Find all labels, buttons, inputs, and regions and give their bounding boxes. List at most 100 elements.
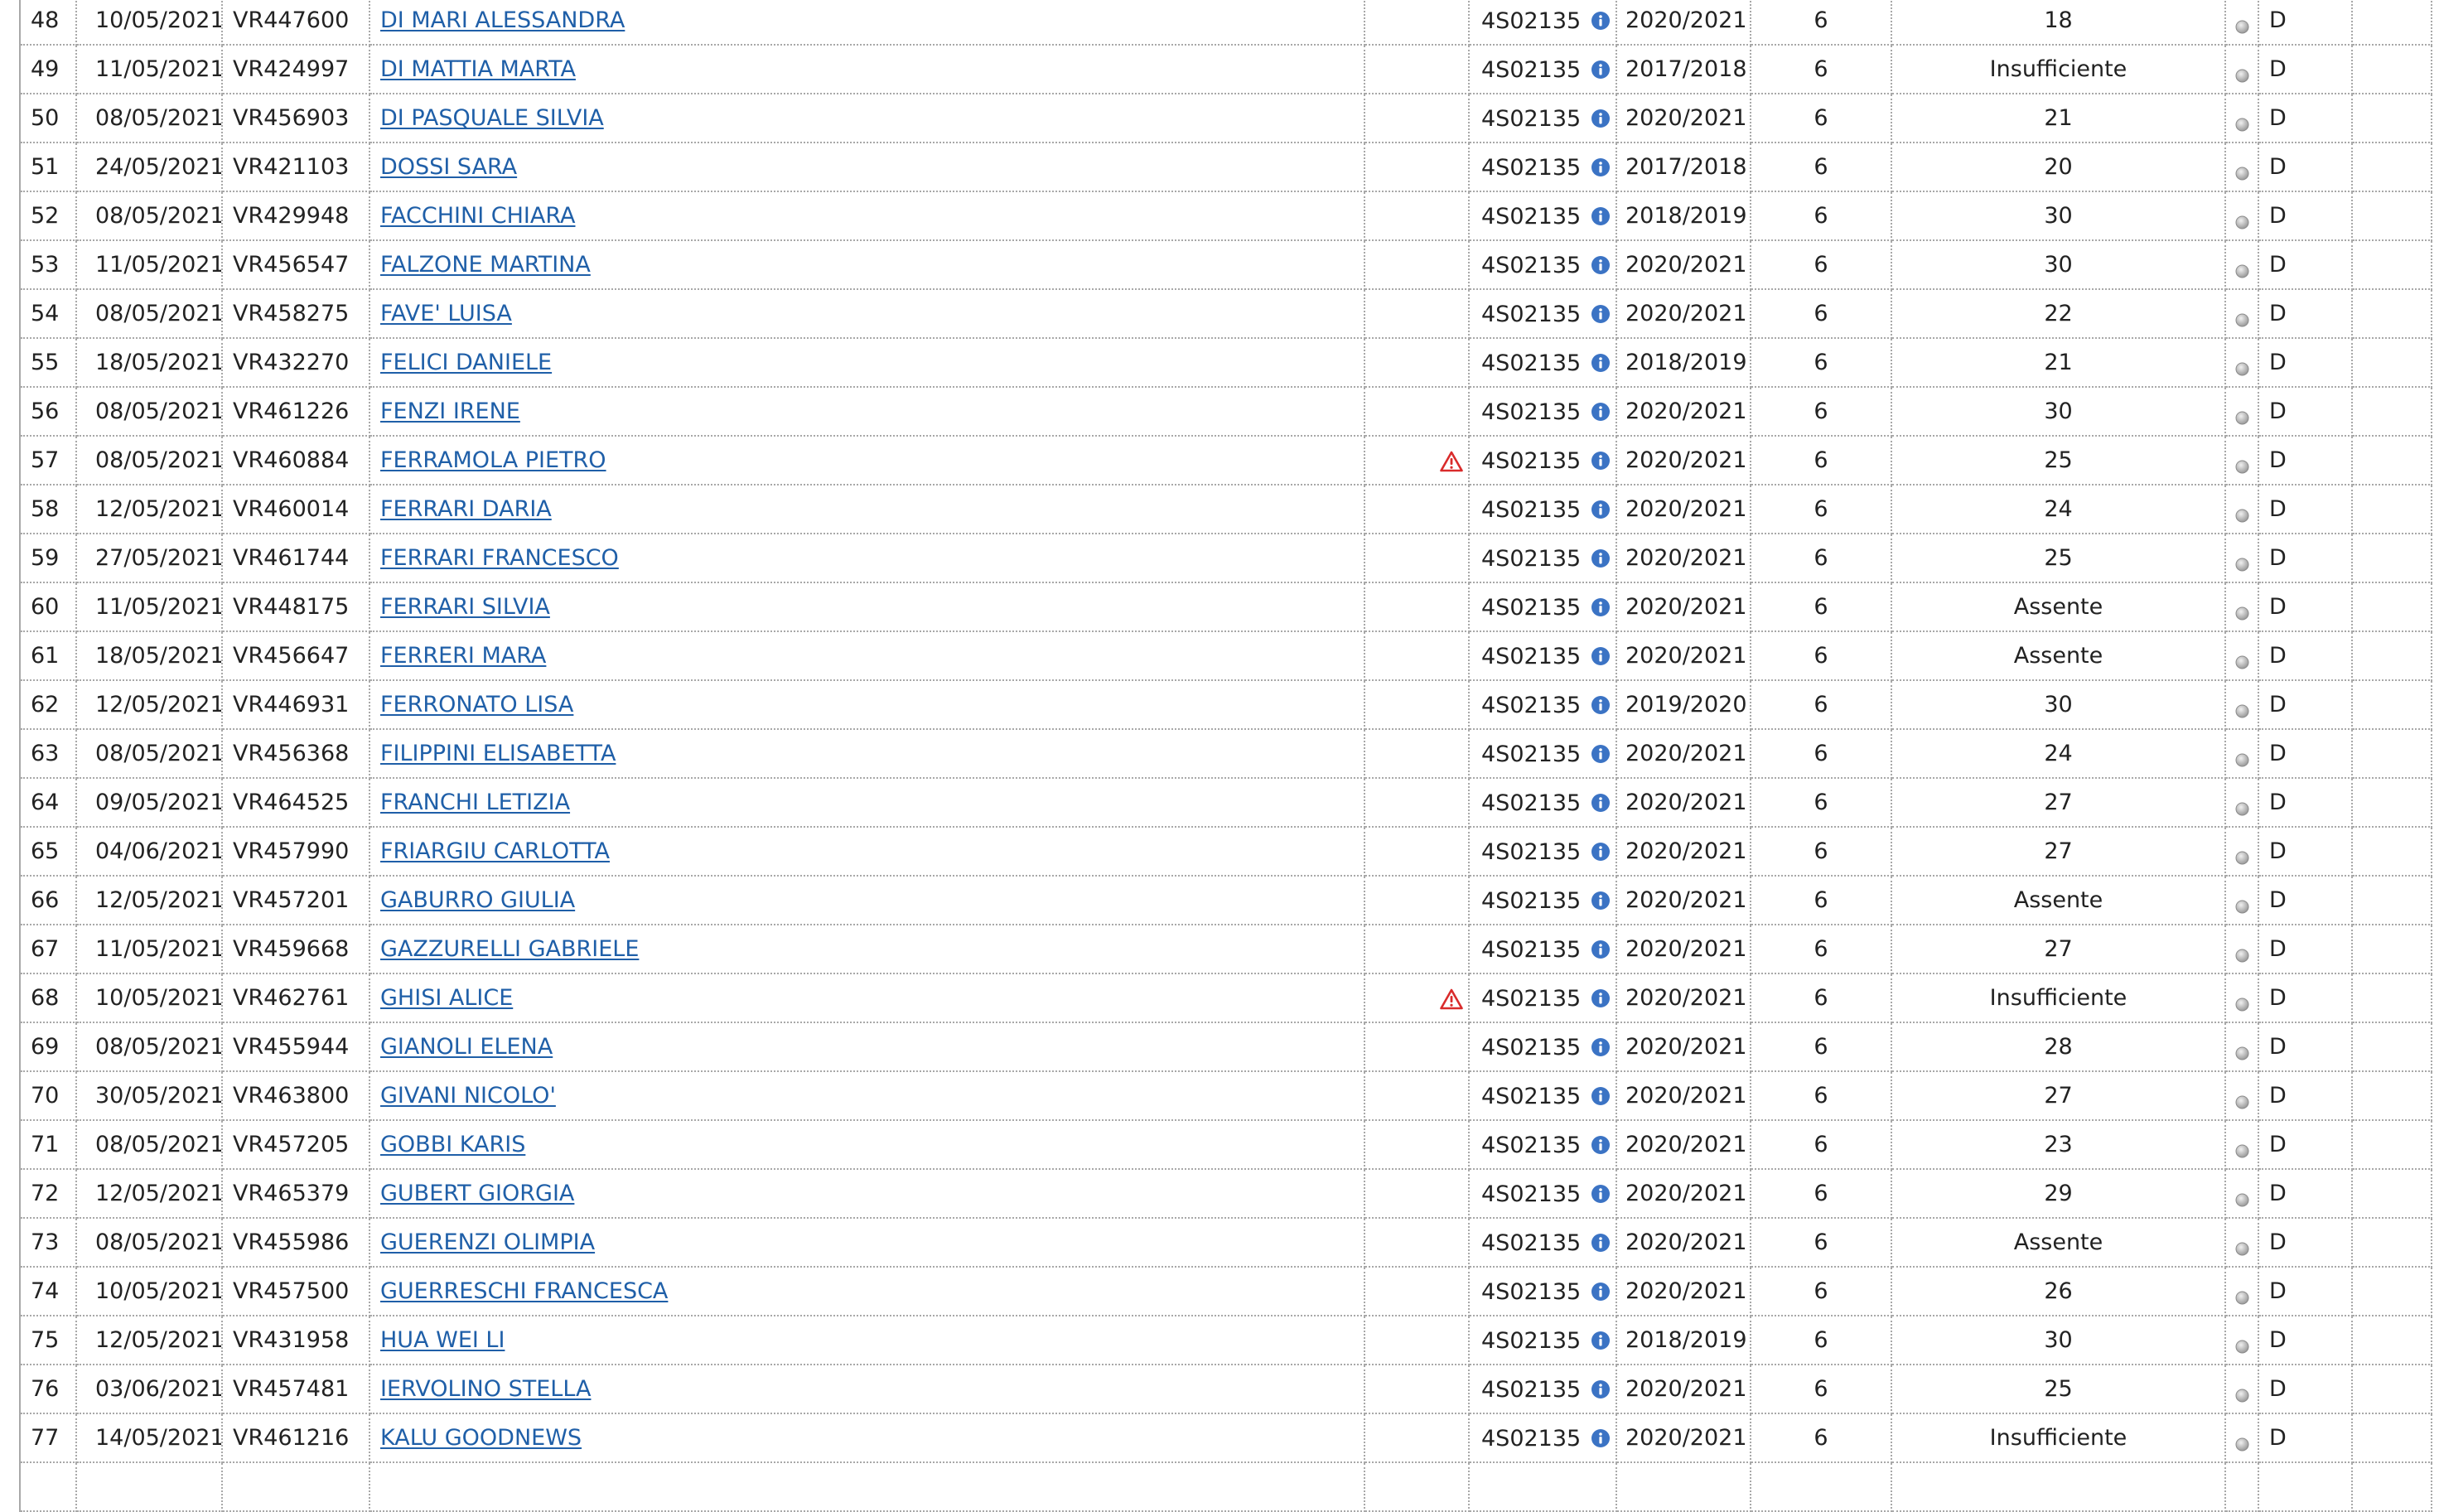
status-icon[interactable]: [2235, 161, 2249, 181]
info-icon[interactable]: [1591, 695, 1611, 715]
student-name-link[interactable]: FALZONE MARTINA: [380, 252, 591, 278]
info-icon[interactable]: [1591, 11, 1611, 31]
status-icon[interactable]: [2235, 552, 2249, 572]
info-icon[interactable]: [1591, 1184, 1611, 1204]
status-icon[interactable]: [2235, 747, 2249, 767]
student-name-link[interactable]: GHISI ALICE: [380, 985, 513, 1011]
student-name-link[interactable]: FELICI DANIELE: [380, 350, 552, 375]
student-name-link[interactable]: FILIPPINI ELISABETTA: [380, 741, 616, 766]
student-name-link[interactable]: GAZZURELLI GABRIELE: [380, 936, 639, 962]
status-icon[interactable]: [2235, 1041, 2249, 1060]
status-icon[interactable]: [2235, 943, 2249, 963]
student-name-link[interactable]: GABURRO GIULIA: [380, 887, 575, 913]
student-name-link[interactable]: GIVANI NICOLO': [380, 1083, 556, 1109]
status-icon[interactable]: [2235, 503, 2249, 523]
student-name-link[interactable]: FRANCHI LETIZIA: [380, 790, 570, 815]
info-icon[interactable]: [1591, 1379, 1611, 1399]
status-icon[interactable]: [2235, 845, 2249, 865]
info-icon[interactable]: [1591, 402, 1611, 422]
student-name-link[interactable]: FENZI IRENE: [380, 399, 520, 424]
info-icon[interactable]: [1591, 1135, 1611, 1155]
info-icon[interactable]: [1591, 60, 1611, 80]
info-icon[interactable]: [1591, 1331, 1611, 1350]
info-icon[interactable]: [1591, 1037, 1611, 1057]
status-icon[interactable]: [2235, 63, 2249, 83]
status-icon[interactable]: [2235, 992, 2249, 1012]
info-icon[interactable]: [1591, 206, 1611, 226]
outcome-cell: D: [2258, 534, 2353, 583]
student-name-link[interactable]: GUERRESCHI FRANCESCA: [380, 1278, 668, 1304]
status-icon[interactable]: [2235, 1089, 2249, 1109]
academic-year: 2020/2021: [1625, 1278, 1747, 1304]
info-icon[interactable]: [1591, 1086, 1611, 1106]
status-icon[interactable]: [2235, 1334, 2249, 1354]
info-icon[interactable]: [1591, 1282, 1611, 1302]
info-icon[interactable]: [1591, 988, 1611, 1008]
warning-icon[interactable]: [1440, 985, 1463, 1011]
status-icon[interactable]: [2235, 1432, 2249, 1452]
student-name-link[interactable]: DOSSI SARA: [380, 154, 517, 180]
student-name-link[interactable]: DI PASQUALE SILVIA: [380, 105, 604, 131]
student-name-cell: FRANCHI LETIZIA: [369, 778, 1365, 828]
student-name-link[interactable]: IERVOLINO STELLA: [380, 1376, 591, 1402]
info-icon[interactable]: [1591, 793, 1611, 813]
status-icon[interactable]: [2235, 796, 2249, 816]
warning-icon[interactable]: [1440, 447, 1463, 473]
status-icon[interactable]: [2235, 601, 2249, 621]
table-row: 76 03/06/2021 VR457481 IERVOLINO STELLA …: [19, 1365, 2432, 1414]
status-icon[interactable]: [2235, 650, 2249, 669]
status-icon[interactable]: [2235, 1187, 2249, 1207]
student-name-link[interactable]: GUERENZI OLIMPIA: [380, 1229, 595, 1255]
status-icon[interactable]: [2235, 454, 2249, 474]
status-icon[interactable]: [2235, 258, 2249, 278]
status-icon[interactable]: [2235, 894, 2249, 914]
info-icon[interactable]: [1591, 255, 1611, 275]
info-icon[interactable]: [1591, 451, 1611, 471]
student-name-link[interactable]: FERRAMOLA PIETRO: [380, 447, 606, 473]
status-icon[interactable]: [2235, 405, 2249, 425]
student-name-link[interactable]: GUBERT GIORGIA: [380, 1181, 574, 1206]
info-icon[interactable]: [1591, 548, 1611, 568]
student-name-link[interactable]: FAVE' LUISA: [380, 301, 512, 326]
status-icon[interactable]: [2235, 14, 2249, 34]
student-name-link[interactable]: KALU GOODNEWS: [380, 1425, 582, 1451]
status-icon[interactable]: [2235, 210, 2249, 229]
info-icon[interactable]: [1591, 646, 1611, 666]
info-icon[interactable]: [1591, 744, 1611, 764]
warning-cell: [1364, 876, 1470, 925]
grade-cell: Assente: [1891, 1218, 2226, 1268]
status-icon[interactable]: [2235, 356, 2249, 376]
student-name-link[interactable]: GIANOLI ELENA: [380, 1034, 553, 1060]
grade-cell: 27: [1891, 1071, 2226, 1121]
student-name-link[interactable]: GOBBI KARIS: [380, 1132, 525, 1157]
info-icon[interactable]: [1591, 891, 1611, 911]
info-icon[interactable]: [1591, 1233, 1611, 1253]
status-icon[interactable]: [2235, 1285, 2249, 1305]
status-icon[interactable]: [2235, 112, 2249, 132]
student-name-cell: DOSSI SARA: [369, 143, 1365, 192]
info-icon[interactable]: [1591, 304, 1611, 324]
status-icon[interactable]: [2235, 1236, 2249, 1256]
student-name-link[interactable]: FERRARI SILVIA: [380, 594, 550, 620]
status-icon[interactable]: [2235, 698, 2249, 718]
info-icon[interactable]: [1591, 157, 1611, 177]
student-name-link[interactable]: FERRARI FRANCESCO: [380, 545, 619, 571]
status-icon[interactable]: [2235, 307, 2249, 327]
info-icon[interactable]: [1591, 940, 1611, 959]
student-name-link[interactable]: FERRERI MARA: [380, 643, 546, 669]
info-icon[interactable]: [1591, 597, 1611, 617]
info-icon[interactable]: [1591, 1428, 1611, 1448]
status-icon[interactable]: [2235, 1138, 2249, 1158]
student-name-link[interactable]: DI MATTIA MARTA: [380, 56, 576, 82]
status-icon[interactable]: [2235, 1383, 2249, 1403]
info-icon[interactable]: [1591, 842, 1611, 862]
student-name-link[interactable]: DI MARI ALESSANDRA: [380, 7, 625, 33]
info-icon[interactable]: [1591, 353, 1611, 373]
info-icon[interactable]: [1591, 500, 1611, 519]
student-name-link[interactable]: FACCHINI CHIARA: [380, 203, 576, 229]
student-name-link[interactable]: FERRARI DARIA: [380, 496, 552, 522]
student-name-link[interactable]: FERRONATO LISA: [380, 692, 573, 717]
student-name-link[interactable]: HUA WEI LI: [380, 1327, 505, 1353]
student-name-link[interactable]: FRIARGIU CARLOTTA: [380, 838, 610, 864]
info-icon[interactable]: [1591, 109, 1611, 128]
